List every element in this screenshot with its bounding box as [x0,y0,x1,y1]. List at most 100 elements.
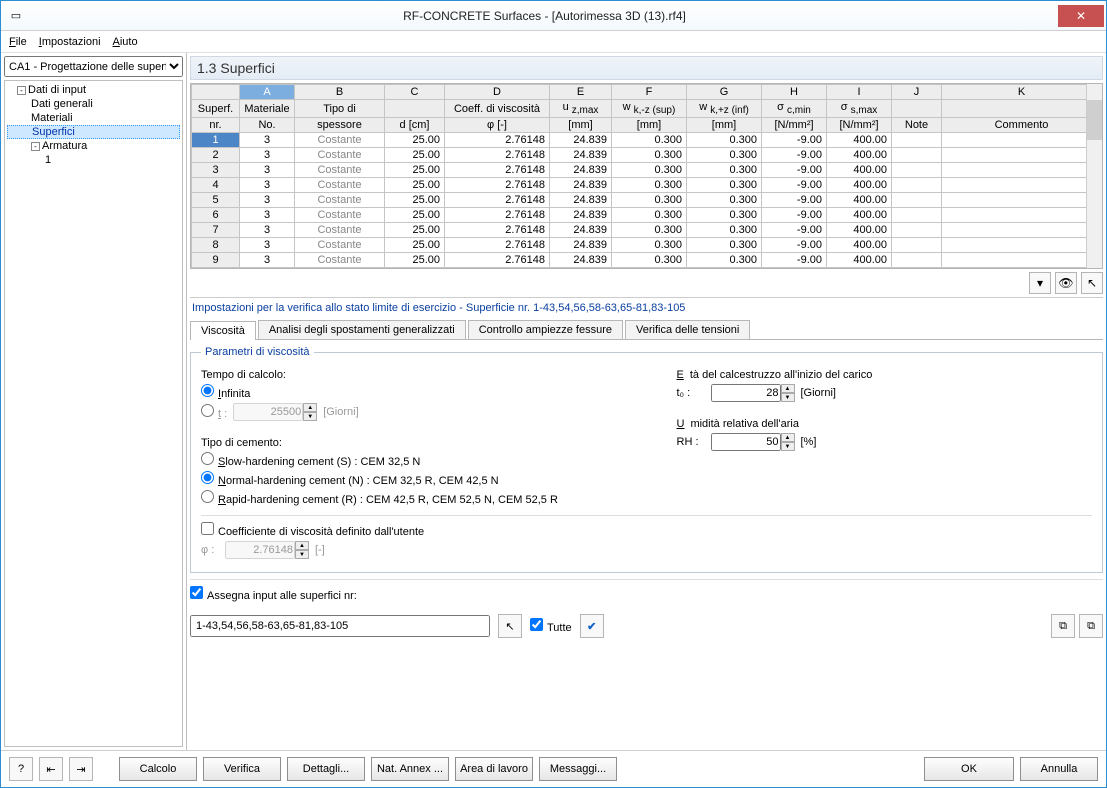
table-row[interactable]: 93Costante25.002.7614824.8390.3000.300-9… [192,253,1102,268]
cell-d[interactable]: 25.00 [385,208,445,223]
t0-up[interactable]: ▲ [781,384,795,393]
phi-input[interactable] [225,541,295,559]
col-letter-h[interactable]: H [762,85,827,100]
cell-sc[interactable]: -9.00 [762,193,827,208]
cell-material[interactable]: 3 [240,163,295,178]
row-number[interactable]: 7 [192,223,240,238]
cell-phi[interactable]: 2.76148 [445,208,550,223]
cell-d[interactable]: 25.00 [385,253,445,268]
table-row[interactable]: 13Costante25.002.7614824.8390.3000.300-9… [192,133,1102,148]
col-letter-i[interactable]: I [827,85,892,100]
paste-icon[interactable]: ⧉ [1079,614,1103,638]
cell-wkp[interactable]: 0.300 [687,133,762,148]
col-letter-a[interactable]: A [240,85,295,100]
prev-icon[interactable]: ⇤ [39,757,63,781]
cell-d[interactable]: 25.00 [385,148,445,163]
col-header-row-1[interactable] [192,85,240,100]
tab-verifica[interactable]: Verifica delle tensioni [625,320,750,339]
case-dropdown[interactable]: CA1 - Progettazione delle superf [4,56,183,77]
assign-input[interactable] [190,615,490,637]
col-letter-c[interactable]: C [385,85,445,100]
cell-wkn[interactable]: 0.300 [612,238,687,253]
cell-d[interactable]: 25.00 [385,238,445,253]
cell-wkn[interactable]: 0.300 [612,253,687,268]
cell-tipo[interactable]: Costante [295,178,385,193]
cell-d[interactable]: 25.00 [385,163,445,178]
cell-sc[interactable]: -9.00 [762,208,827,223]
cell-note[interactable] [892,238,942,253]
cell-ss[interactable]: 400.00 [827,238,892,253]
cell-wkp[interactable]: 0.300 [687,253,762,268]
cell-d[interactable]: 25.00 [385,133,445,148]
cell-note[interactable] [892,223,942,238]
t-input[interactable] [233,403,303,421]
verifica-button[interactable]: Verifica [203,757,281,781]
col-header-b-l2[interactable]: spessore [295,118,385,133]
cell-phi[interactable]: 2.76148 [445,148,550,163]
cell-note[interactable] [892,133,942,148]
col-header-a-l1[interactable]: Materiale [240,100,295,118]
col-header-k-l1[interactable] [942,100,1102,118]
cell-phi[interactable]: 2.76148 [445,133,550,148]
menu-help[interactable]: Aiuto [113,36,138,48]
eye-icon[interactable]: 👁 [1055,272,1077,294]
cell-wkp[interactable]: 0.300 [687,238,762,253]
cell-note[interactable] [892,178,942,193]
cell-material[interactable]: 3 [240,193,295,208]
cell-wkp[interactable]: 0.300 [687,223,762,238]
cell-sc[interactable]: -9.00 [762,238,827,253]
cell-sc[interactable]: -9.00 [762,223,827,238]
dettagli-button[interactable]: Dettagli... [287,757,365,781]
cell-uz[interactable]: 24.839 [550,148,612,163]
col-header-k-l2[interactable]: Commento [942,118,1102,133]
cell-wkn[interactable]: 0.300 [612,193,687,208]
col-letter-f[interactable]: F [612,85,687,100]
t0-input[interactable] [711,384,781,402]
cell-phi[interactable]: 2.76148 [445,178,550,193]
col-header-e-l1[interactable]: u z,max [550,100,612,118]
cell-ss[interactable]: 400.00 [827,208,892,223]
cell-ss[interactable]: 400.00 [827,148,892,163]
col-header-i-l1[interactable]: σ s,max [827,100,892,118]
cell-comment[interactable] [942,208,1102,223]
cell-ss[interactable]: 400.00 [827,163,892,178]
tree-reinforcement[interactable]: -Armatura [7,139,180,153]
close-button[interactable]: ✕ [1058,5,1104,27]
row-number[interactable]: 4 [192,178,240,193]
row-number[interactable]: 2 [192,148,240,163]
tree-surfaces[interactable]: Superfici [7,125,180,139]
cell-comment[interactable] [942,133,1102,148]
cell-ss[interactable]: 400.00 [827,223,892,238]
col-letter-j[interactable]: J [892,85,942,100]
cell-wkp[interactable]: 0.300 [687,208,762,223]
row-number[interactable]: 5 [192,193,240,208]
cell-uz[interactable]: 24.839 [550,163,612,178]
cell-d[interactable]: 25.00 [385,178,445,193]
cell-wkp[interactable]: 0.300 [687,163,762,178]
cell-material[interactable]: 3 [240,223,295,238]
tree-reinf-1[interactable]: 1 [7,153,180,167]
cell-tipo[interactable]: Costante [295,163,385,178]
check-coef-user[interactable]: Coefficiente di viscosità definito dall'… [201,522,424,538]
col-header-j-l1[interactable] [892,100,942,118]
rh-down[interactable]: ▼ [781,442,795,451]
cell-comment[interactable] [942,178,1102,193]
cell-note[interactable] [892,253,942,268]
row-number[interactable]: 1 [192,133,240,148]
row-number[interactable]: 6 [192,208,240,223]
radio-cem-r[interactable]: Rapid-hardening cement (R) : CEM 42,5 R,… [201,490,558,506]
table-row[interactable]: 43Costante25.002.7614824.8390.3000.300-9… [192,178,1102,193]
menu-settings[interactable]: Impostazioni [39,36,101,48]
cell-comment[interactable] [942,148,1102,163]
cell-tipo[interactable]: Costante [295,193,385,208]
t-down[interactable]: ▼ [303,412,317,421]
cell-material[interactable]: 3 [240,238,295,253]
cell-material[interactable]: 3 [240,148,295,163]
cell-uz[interactable]: 24.839 [550,238,612,253]
pick-surfaces-icon[interactable]: ↖ [498,614,522,638]
radio-cem-s[interactable]: Slow-hardening cement (S) : CEM 32,5 N [201,452,420,468]
row-number[interactable]: 3 [192,163,240,178]
col-header-g-l1[interactable]: w k,+z (inf) [687,100,762,118]
cell-tipo[interactable]: Costante [295,253,385,268]
cell-material[interactable]: 3 [240,178,295,193]
